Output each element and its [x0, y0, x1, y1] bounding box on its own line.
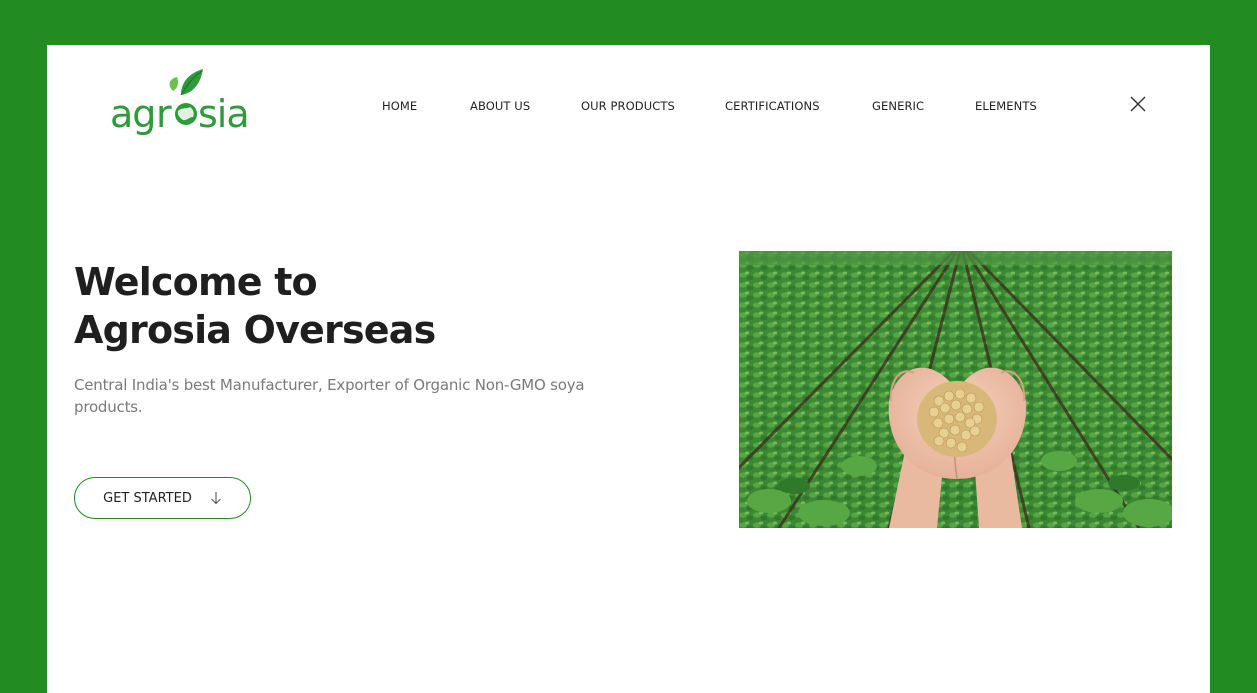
arrow-down-icon	[210, 491, 222, 505]
nav-our-products[interactable]: OUR PRODUCTS	[581, 99, 675, 113]
main-nav: HOME ABOUT US OUR PRODUCTS CERTIFICATION…	[47, 99, 1210, 115]
hero-title-line-2: Agrosia Overseas	[74, 308, 436, 352]
get-started-button[interactable]: GET STARTED	[74, 477, 251, 519]
close-icon	[1130, 96, 1146, 112]
hero-title: Welcome to Agrosia Overseas	[74, 258, 436, 354]
nav-about-us[interactable]: ABOUT US	[470, 99, 530, 113]
nav-home[interactable]: HOME	[382, 99, 417, 113]
nav-certifications[interactable]: CERTIFICATIONS	[725, 99, 820, 113]
hero-image	[739, 251, 1172, 528]
page-frame: ag r sia HOME ABOUT US OUR PRODUCTS CERT…	[47, 45, 1210, 693]
soybean-field-image	[739, 251, 1172, 528]
hero-title-line-1: Welcome to	[74, 260, 318, 304]
nav-generic[interactable]: GENERIC	[872, 99, 924, 113]
get-started-label: GET STARTED	[103, 490, 192, 506]
close-menu-button[interactable]	[1128, 94, 1148, 114]
hero-subtitle: Central India's best Manufacturer, Expor…	[74, 376, 585, 416]
nav-elements[interactable]: ELEMENTS	[975, 99, 1037, 113]
